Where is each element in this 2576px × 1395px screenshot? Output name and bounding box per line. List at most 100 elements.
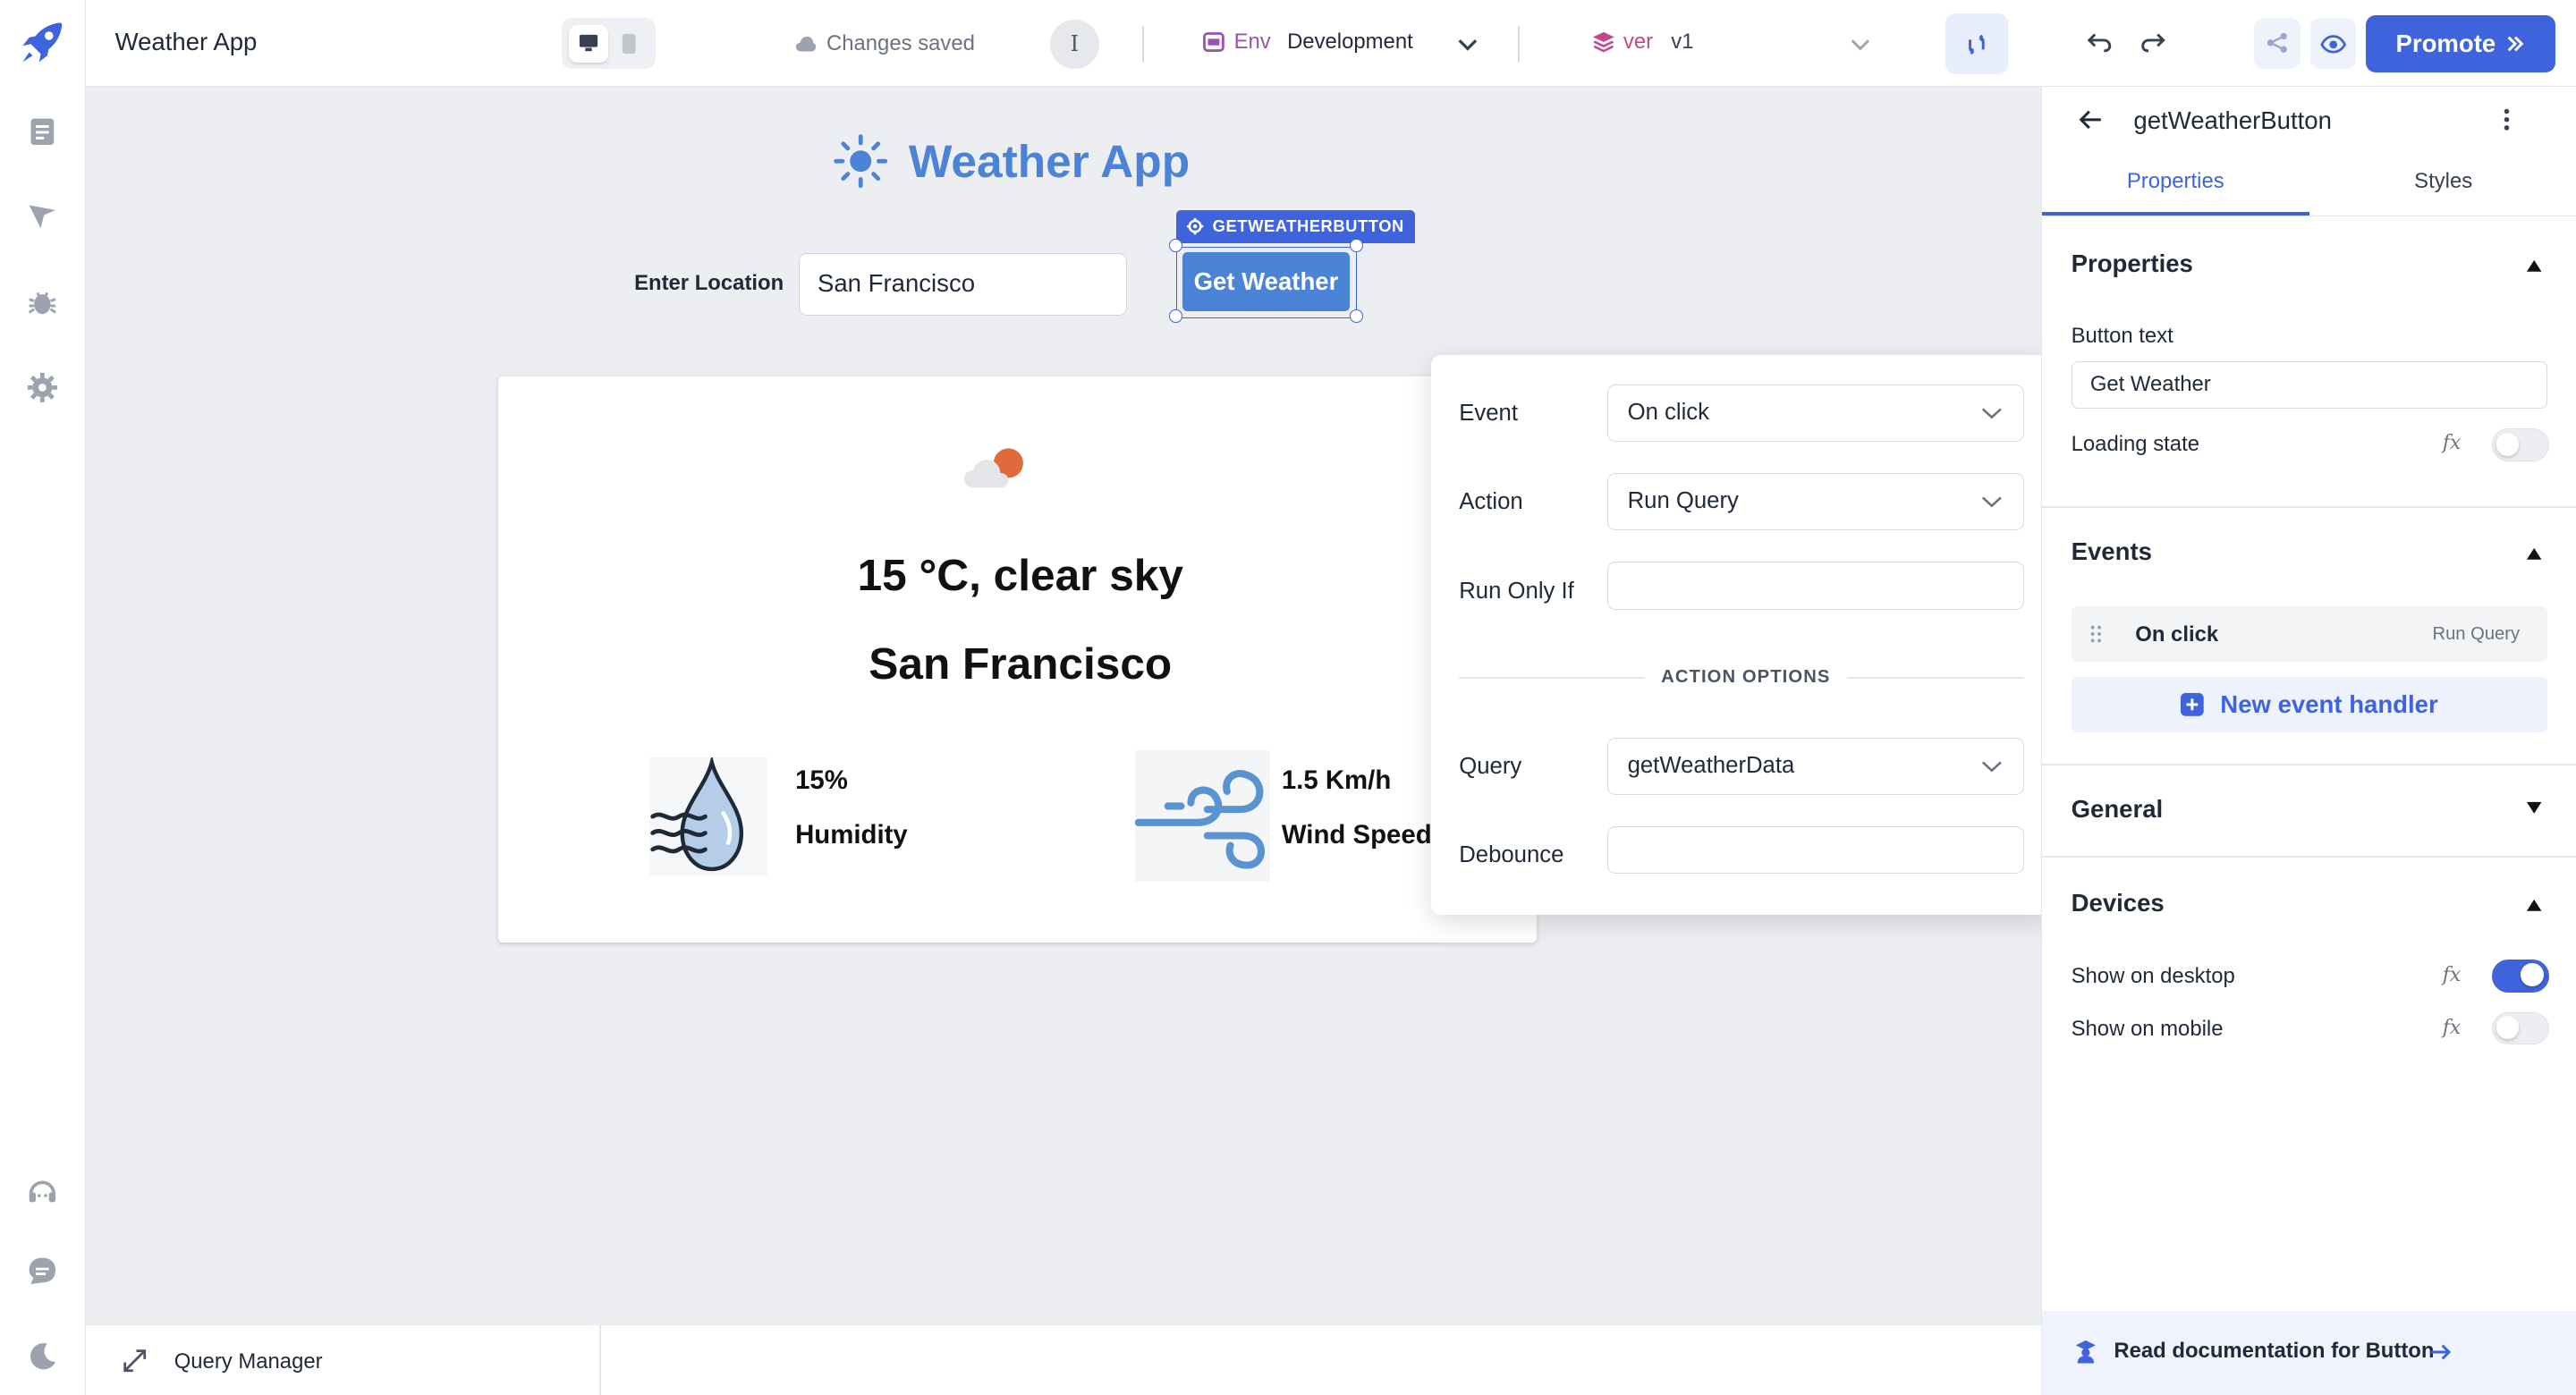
- resize-handle[interactable]: [1169, 309, 1182, 324]
- editor-actions: Promote: [2040, 0, 2576, 88]
- component-tag-label: GETWEATHERBUTTON: [1212, 216, 1404, 236]
- events-section-header[interactable]: Events: [2072, 537, 2152, 566]
- run-only-if-input[interactable]: [1606, 562, 2025, 610]
- support-icon[interactable]: [26, 1176, 59, 1209]
- event-handler-row[interactable]: On click Run Query: [2071, 605, 2548, 663]
- desktop-icon: [579, 34, 597, 51]
- location-input[interactable]: San Francisco: [798, 252, 1128, 316]
- humidity-value: 15%: [795, 765, 848, 796]
- event-select-value: On click: [1627, 399, 1709, 425]
- divider: [2041, 764, 2576, 766]
- undo-icon[interactable]: [2087, 30, 2113, 55]
- fx-button[interactable]: fx: [2443, 1017, 2462, 1039]
- expand-icon[interactable]: [122, 1348, 148, 1374]
- debounce-input[interactable]: [1606, 826, 2025, 875]
- promote-button[interactable]: Promote: [2366, 14, 2555, 72]
- query-select[interactable]: getWeatherData: [1606, 737, 2025, 796]
- chevron-down-icon[interactable]: [1849, 33, 1872, 56]
- device-toggle[interactable]: [562, 18, 656, 70]
- double-chevron-right-icon: [2507, 36, 2524, 52]
- documentation-link-text: Read documentation for Button: [2114, 1339, 2435, 1364]
- fx-button[interactable]: fx: [2443, 432, 2462, 454]
- general-section-header[interactable]: General: [2072, 795, 2164, 824]
- inspector-panel: getWeatherButton Properties Styles Prope…: [2040, 87, 2576, 1395]
- component-tag[interactable]: GETWEATHERBUTTON: [1176, 210, 1415, 243]
- back-arrow-icon[interactable]: [2078, 108, 2104, 131]
- arrow-right-icon: [2430, 1344, 2452, 1360]
- run-only-if-label: Run Only If: [1459, 578, 1574, 604]
- new-event-handler-button[interactable]: New event handler: [2071, 676, 2548, 733]
- action-label: Action: [1459, 489, 1523, 515]
- redo-icon[interactable]: [2140, 30, 2165, 55]
- doc-icon: [2076, 1340, 2097, 1364]
- weather-icon: [964, 448, 1024, 488]
- ver-value: v1: [1671, 30, 1694, 55]
- plus-icon: [2181, 693, 2204, 716]
- preview-icon: [2320, 35, 2346, 54]
- event-handler-popover: Event On click Action Run Query Run Only…: [1431, 354, 2055, 916]
- loading-state-toggle[interactable]: [2491, 428, 2550, 462]
- show-on-desktop-toggle[interactable]: [2491, 959, 2550, 993]
- settings-icon[interactable]: [26, 371, 59, 404]
- selected-component-frame[interactable]: Get Weather: [1169, 239, 1363, 324]
- inspector-icon[interactable]: [26, 200, 59, 233]
- query-label: Query: [1459, 754, 1522, 780]
- rocket-icon[interactable]: [16, 16, 69, 69]
- left-rail: [0, 0, 86, 1395]
- wind-value: 1.5 Km/h: [1281, 765, 1392, 796]
- collapse-triangle-icon[interactable]: [2526, 259, 2542, 273]
- query-manager-label[interactable]: Query Manager: [174, 1349, 323, 1374]
- chevron-down-icon: [1982, 761, 2003, 773]
- preview-button[interactable]: [2309, 18, 2357, 70]
- collapse-triangle-icon[interactable]: [2526, 547, 2542, 561]
- more-vertical-icon[interactable]: [2502, 106, 2512, 132]
- gear-icon: [1187, 218, 1204, 235]
- documentation-link[interactable]: Read documentation for Button: [2041, 1310, 2576, 1395]
- drag-handle-icon[interactable]: [2089, 624, 2103, 644]
- debugger-icon[interactable]: [26, 286, 59, 319]
- mobile-icon[interactable]: [621, 33, 637, 55]
- wind-icon: [1135, 750, 1270, 883]
- promote-label: Promote: [2395, 29, 2496, 57]
- query-select-value: getWeatherData: [1627, 752, 1795, 778]
- environment-selector[interactable]: Env Development: [1202, 30, 1413, 55]
- button-text-label: Button text: [2071, 323, 2174, 348]
- humidity-icon: [648, 757, 767, 876]
- wind-label: Wind Speed: [1281, 819, 1432, 850]
- collapse-triangle-icon[interactable]: [2526, 899, 2542, 912]
- share-button[interactable]: [2254, 18, 2301, 70]
- expand-triangle-icon[interactable]: [2526, 801, 2542, 815]
- resize-handle[interactable]: [1169, 239, 1182, 253]
- chevron-down-icon[interactable]: [1456, 33, 1479, 56]
- resize-handle[interactable]: [1350, 239, 1363, 253]
- sync-button[interactable]: [1945, 13, 2008, 74]
- resize-handle[interactable]: [1350, 309, 1363, 324]
- event-select[interactable]: On click: [1606, 384, 2025, 443]
- chevron-down-icon: [1982, 408, 2003, 419]
- env-value: Development: [1287, 30, 1413, 55]
- get-weather-button[interactable]: Get Weather: [1182, 252, 1351, 312]
- app-name: Weather App: [114, 28, 258, 56]
- show-on-mobile-toggle[interactable]: [2491, 1011, 2550, 1045]
- button-text-input[interactable]: Get Weather: [2071, 361, 2548, 410]
- divider: [1141, 26, 1144, 63]
- moon-icon[interactable]: [26, 1340, 59, 1374]
- save-status-text: Changes saved: [826, 30, 975, 55]
- app-title-text: Weather App: [908, 135, 1191, 187]
- properties-section-header[interactable]: Properties: [2072, 249, 2193, 278]
- desktop-view-button[interactable]: [568, 24, 608, 63]
- pages-icon[interactable]: [26, 115, 59, 148]
- loading-state-label: Loading state: [2071, 432, 2199, 457]
- version-selector[interactable]: ver v1: [1592, 30, 1693, 55]
- action-select[interactable]: Run Query: [1606, 473, 2025, 531]
- tab-properties[interactable]: Properties: [2042, 169, 2309, 194]
- show-on-mobile-label: Show on mobile: [2071, 1017, 2224, 1042]
- env-icon: [1202, 32, 1224, 52]
- chat-icon[interactable]: [26, 1255, 59, 1288]
- tab-styles[interactable]: Styles: [2309, 169, 2576, 194]
- active-tab-indicator: [2041, 211, 2309, 216]
- avatar[interactable]: I: [1049, 20, 1099, 70]
- layers-icon: [1592, 32, 1614, 53]
- devices-section-header[interactable]: Devices: [2072, 889, 2165, 917]
- fx-button[interactable]: fx: [2443, 964, 2462, 986]
